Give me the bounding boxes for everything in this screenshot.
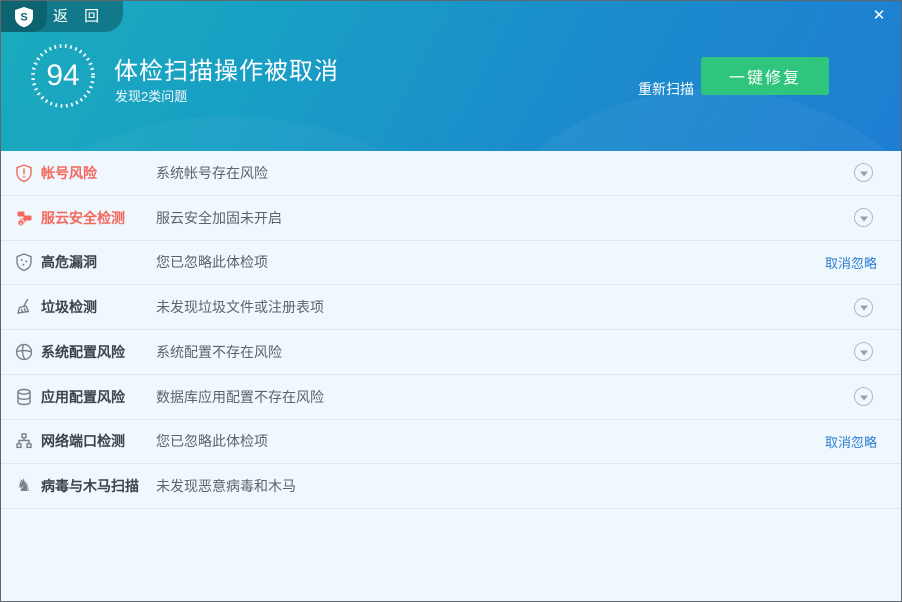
scan-item-label: 病毒与木马扫描 <box>41 476 156 496</box>
network-ports-icon <box>14 431 34 451</box>
one-click-fix-button[interactable]: 一键修复 <box>701 57 829 95</box>
cancel-ignore-link[interactable]: 取消忽略 <box>825 253 877 272</box>
issues-found-subtitle: 发现2类问题 <box>115 86 187 105</box>
broom-icon <box>14 297 34 317</box>
scan-items-list: 帐号风险 系统帐号存在风险 s 服云安全检测 服云安全加固未开启 高危漏洞 您已… <box>1 151 901 509</box>
expand-chevron-down-icon[interactable] <box>854 298 873 317</box>
app-logo: S <box>1 1 47 32</box>
shield-dots-icon <box>14 252 34 272</box>
back-button[interactable]: 返 回 <box>53 1 105 32</box>
scan-item-description: 服云安全加固未开启 <box>156 208 282 228</box>
svg-text:s: s <box>20 221 23 226</box>
expand-chevron-down-icon[interactable] <box>854 387 873 406</box>
scan-item-label: 网络端口检测 <box>41 431 156 451</box>
scan-item-description: 系统帐号存在风险 <box>156 163 268 183</box>
scan-item-label: 系统配置风险 <box>41 342 156 362</box>
close-icon[interactable]: ✕ <box>868 5 890 27</box>
scan-item-description: 系统配置不存在风险 <box>156 342 282 362</box>
health-score-gauge: 94 <box>29 42 97 110</box>
database-icon <box>14 387 34 407</box>
scan-item-label: 帐号风险 <box>41 163 156 183</box>
cancel-ignore-link[interactable]: 取消忽略 <box>825 432 877 451</box>
scan-item-description: 您已忽略此体检项 <box>156 252 268 272</box>
windows-icon <box>14 342 34 362</box>
scan-item-row: 网络端口检测 您已忽略此体检项 取消忽略 <box>1 420 901 465</box>
health-score-value: 94 <box>29 42 97 110</box>
scan-item-label: 高危漏洞 <box>41 252 156 272</box>
scan-item-row: s 服云安全检测 服云安全加固未开启 <box>1 196 901 241</box>
svg-text:S: S <box>20 11 27 23</box>
scan-item-description: 您已忽略此体检项 <box>156 431 268 451</box>
expand-chevron-down-icon[interactable] <box>854 342 873 361</box>
scan-item-row: 帐号风险 系统帐号存在风险 <box>1 151 901 196</box>
scan-item-label: 垃圾检测 <box>41 297 156 317</box>
header-wave-decoration <box>1 116 581 151</box>
expand-chevron-down-icon[interactable] <box>854 163 873 182</box>
cloud-security-icon: s <box>14 208 34 228</box>
shield-logo-icon: S <box>12 5 36 29</box>
scan-item-row: 垃圾检测 未发现垃圾文件或注册表项 <box>1 285 901 330</box>
header: S 返 回 ✕ 94 体检扫描操作被取消 发现2类问题 重新扫描 一键修复 <box>1 1 901 151</box>
trojan-horse-icon: ♞ <box>14 476 34 496</box>
scan-item-description: 未发现垃圾文件或注册表项 <box>156 297 324 317</box>
scan-item-description: 数据库应用配置不存在风险 <box>156 387 324 407</box>
scan-item-label: 应用配置风险 <box>41 387 156 407</box>
scan-item-description: 未发现恶意病毒和木马 <box>156 476 296 496</box>
scan-item-label: 服云安全检测 <box>41 208 156 228</box>
scan-item-row: 高危漏洞 您已忽略此体检项 取消忽略 <box>1 241 901 286</box>
shield-alert-icon <box>14 163 34 183</box>
scan-item-row: 系统配置风险 系统配置不存在风险 <box>1 330 901 375</box>
expand-chevron-down-icon[interactable] <box>854 208 873 227</box>
scan-item-row: 应用配置风险 数据库应用配置不存在风险 <box>1 375 901 420</box>
scan-status-title: 体检扫描操作被取消 <box>114 51 339 86</box>
scan-item-row: ♞ 病毒与木马扫描 未发现恶意病毒和木马 <box>1 464 901 509</box>
app-window: S 返 回 ✕ 94 体检扫描操作被取消 发现2类问题 重新扫描 一键修复 帐号… <box>0 0 902 602</box>
rescan-link[interactable]: 重新扫描 <box>638 79 694 99</box>
